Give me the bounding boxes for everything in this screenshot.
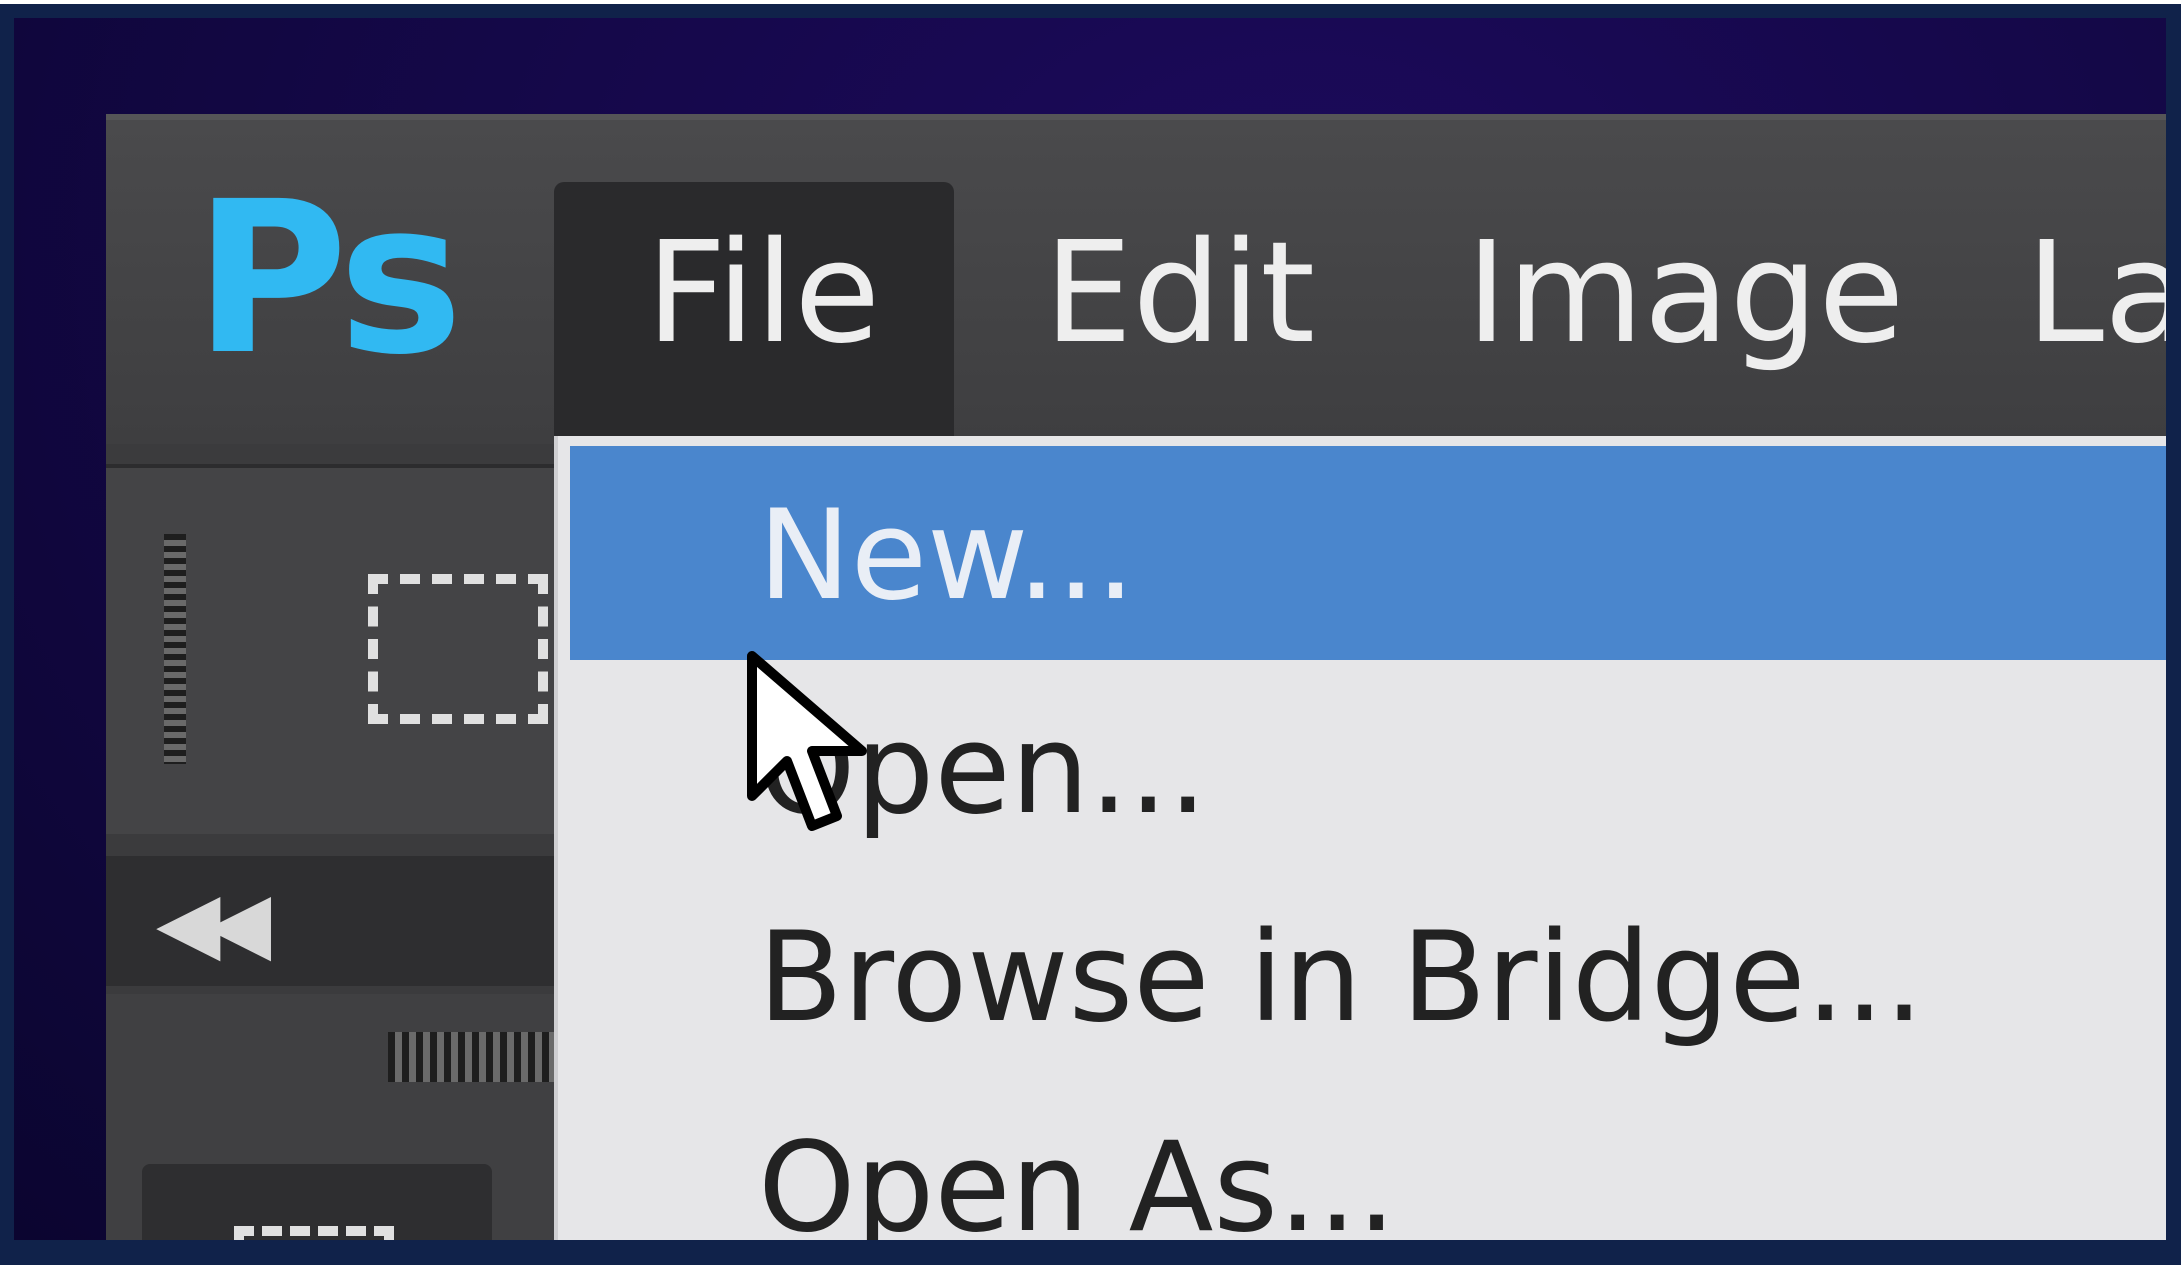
mouse-pointer-icon [747, 651, 867, 831]
screenshot-frame: Ps File Edit Image La ◀◀ New... Open... [0, 0, 2181, 1265]
menu-item-browse-in-bridge-label: Browse in Bridge... [758, 906, 1924, 1050]
menu-item-new-label: New... [758, 484, 1136, 628]
menu-item-open-as[interactable]: Open As... [558, 1090, 2166, 1240]
rectangular-marquee-icon[interactable] [368, 574, 548, 724]
menu-file[interactable]: File [646, 224, 880, 364]
collapse-panel-icon[interactable]: ◀◀ [156, 880, 271, 964]
menu-image[interactable]: Image [1466, 224, 1904, 364]
photoshop-window: Ps File Edit Image La ◀◀ New... Open... [106, 114, 2166, 1240]
menu-edit[interactable]: Edit [1044, 224, 1315, 364]
menu-layer[interactable]: La [2026, 224, 2166, 364]
menu-item-browse-in-bridge[interactable]: Browse in Bridge... [558, 880, 2166, 1080]
video-area: Ps File Edit Image La ◀◀ New... Open... [14, 18, 2166, 1240]
marquee-tool-icon [234, 1226, 394, 1240]
menu-item-new[interactable]: New... [570, 446, 2166, 660]
panel-grip-horizontal-icon[interactable] [388, 1032, 558, 1082]
photoshop-logo: Ps [194, 156, 463, 401]
menu-item-open-as-label: Open As... [758, 1116, 1397, 1240]
panel-grip-icon[interactable] [164, 534, 186, 764]
